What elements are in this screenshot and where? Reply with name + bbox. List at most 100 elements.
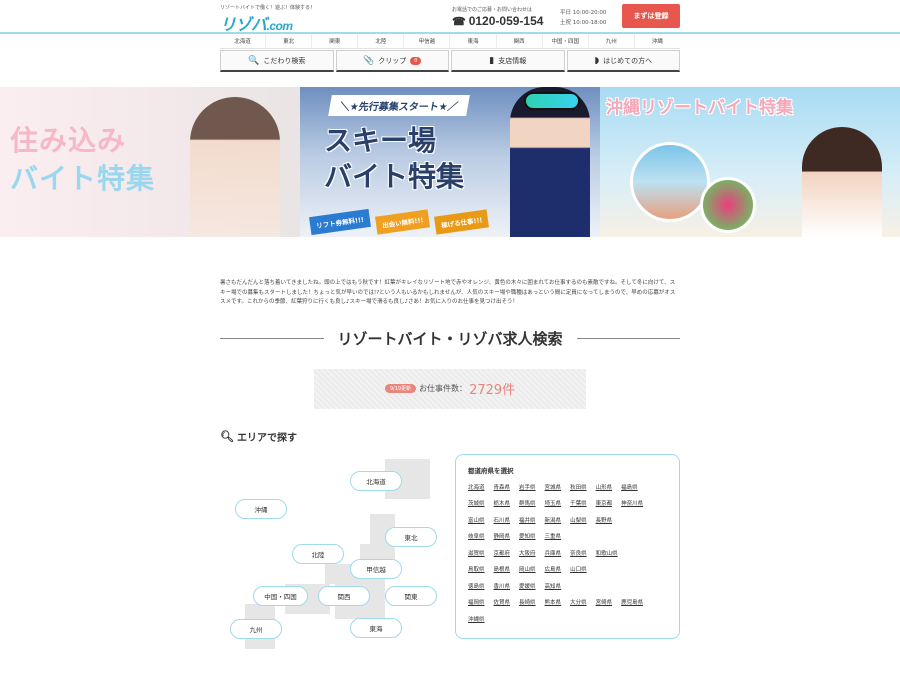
prefecture-link[interactable]: 愛知県 bbox=[519, 533, 536, 542]
prefecture-list: 北海道 青森県 岩手県 宮城県 秋田県 山形県 福島県茨城県 栃木県 群馬県 埼玉県 千葉県 東京都神… bbox=[468, 484, 667, 625]
region-nav-chugoku-shikoku[interactable]: 中国・四国 bbox=[541, 34, 588, 48]
prefecture-link[interactable]: 広島県 bbox=[545, 566, 562, 575]
prefecture-link[interactable]: 石川県 bbox=[494, 517, 511, 526]
beginners-guide-button[interactable]: ◗ はじめての方へ bbox=[566, 50, 680, 72]
banner-live-in-line1: 住み込み bbox=[10, 124, 127, 157]
banner-ski-ribbon: ＼★先行募集スタート★／ bbox=[328, 95, 470, 116]
prefecture-link[interactable]: 熊本県 bbox=[545, 599, 562, 608]
prefecture-link[interactable]: 埼玉県 bbox=[545, 500, 562, 509]
clip-count-badge: 0 bbox=[410, 56, 422, 65]
prefecture-link[interactable]: 千葉県 bbox=[570, 500, 587, 509]
map-region-kansai[interactable]: 関西 bbox=[318, 585, 370, 606]
prefecture-link[interactable]: 福島県 bbox=[621, 484, 638, 493]
region-nav-hokkaido[interactable]: 北海道 bbox=[220, 34, 265, 48]
prefecture-link[interactable]: 高知県 bbox=[545, 583, 562, 592]
prefecture-link[interactable]: 兵庫県 bbox=[545, 550, 562, 559]
area-search-heading: 🔍︎ エリアで探す bbox=[220, 429, 680, 444]
banner-photo-woman bbox=[190, 97, 280, 237]
banner-live-in-jobs[interactable]: 住み込み バイト特集 bbox=[0, 87, 300, 237]
region-nav-kanto[interactable]: 関東 bbox=[311, 34, 357, 48]
prefecture-link[interactable]: 茨城県 bbox=[468, 500, 485, 509]
prefecture-link[interactable]: 群馬県 bbox=[519, 500, 536, 509]
map-region-chugoku-shikoku[interactable]: 中国・四国 bbox=[253, 585, 308, 606]
prefecture-link[interactable]: 山口県 bbox=[570, 566, 587, 575]
detailed-search-button[interactable]: 🔍 こだわり検索 bbox=[220, 50, 334, 72]
banner-okinawa-title: 沖縄リゾートバイト特集 bbox=[606, 98, 793, 118]
job-count-label: お仕事件数： bbox=[419, 384, 468, 393]
prefecture-row: 沖縄県 bbox=[468, 616, 667, 625]
badge-free-lift: リフト券無料!!! bbox=[309, 208, 371, 236]
prefecture-link[interactable]: 山形県 bbox=[596, 484, 613, 493]
logo-main: リゾバ bbox=[220, 17, 267, 34]
tagline: リゾートバイトで働く！遊ぶ！体験する！ bbox=[220, 5, 316, 11]
map-region-tokai[interactable]: 東海 bbox=[350, 617, 402, 638]
site-logo[interactable]: リゾバ.com bbox=[220, 11, 293, 35]
prefecture-link[interactable]: 東京都 bbox=[596, 500, 613, 509]
prefecture-link[interactable]: 滋賀県 bbox=[468, 550, 485, 559]
map-region-hokkaido[interactable]: 北海道 bbox=[350, 470, 402, 491]
prefecture-link[interactable]: 岩手県 bbox=[519, 484, 536, 493]
region-nav-okinawa[interactable]: 沖縄 bbox=[633, 34, 680, 48]
region-nav-hokuriku[interactable]: 北陸 bbox=[357, 34, 403, 48]
banner-ski-resort-jobs[interactable]: ＼★先行募集スタート★／ スキー場 バイト特集 リフト券無料!!! 出会い無料!… bbox=[300, 87, 600, 237]
prefecture-link[interactable]: 佐賀県 bbox=[494, 599, 511, 608]
prefecture-link[interactable]: 愛媛県 bbox=[519, 583, 536, 592]
prefecture-link[interactable]: 鹿児島県 bbox=[621, 599, 643, 608]
prefecture-link[interactable]: 徳島県 bbox=[468, 583, 485, 592]
utility-nav: 🔍 こだわり検索 📎 クリップ 0 ▮ 支店情報 ◗ はじめての方へ bbox=[220, 50, 680, 72]
prefecture-link[interactable]: 京都府 bbox=[494, 550, 511, 559]
prefecture-link[interactable]: 青森県 bbox=[494, 484, 511, 493]
area-search: 北海道 沖縄 東北 北陸 甲信越 中国・四国 関西 関東 九州 東海 都道府県を… bbox=[220, 453, 680, 654]
banner-ski-badges: リフト券無料!!! 出会い無料!!! 稼げる仕事!!! bbox=[309, 208, 490, 236]
prefecture-link[interactable]: 岡山県 bbox=[519, 566, 536, 575]
prefecture-link[interactable]: 福井県 bbox=[519, 517, 536, 526]
prefecture-link[interactable]: 福岡県 bbox=[468, 599, 485, 608]
map-region-tohoku[interactable]: 東北 bbox=[385, 526, 437, 547]
prefecture-link[interactable]: 栃木県 bbox=[494, 500, 511, 509]
map-region-kanto[interactable]: 関東 bbox=[385, 585, 437, 606]
prefecture-link[interactable]: 島根県 bbox=[494, 566, 511, 575]
title-line-right bbox=[576, 337, 681, 339]
map-region-okinawa[interactable]: 沖縄 bbox=[235, 498, 287, 519]
prefecture-link[interactable]: 香川県 bbox=[494, 583, 511, 592]
region-nav-koshinetsu[interactable]: 甲信越 bbox=[403, 34, 449, 48]
phone-icon: ☎ bbox=[452, 16, 466, 28]
prefecture-link[interactable]: 富山県 bbox=[468, 517, 485, 526]
region-nav-tokai[interactable]: 東海 bbox=[449, 34, 495, 48]
branch-info-button[interactable]: ▮ 支店情報 bbox=[451, 50, 565, 72]
prefecture-link[interactable]: 山梨県 bbox=[570, 517, 587, 526]
prefecture-link[interactable]: 奈良県 bbox=[570, 550, 587, 559]
region-nav-kyushu[interactable]: 九州 bbox=[587, 34, 634, 48]
prefecture-link[interactable]: 大分県 bbox=[570, 599, 587, 608]
prefecture-link[interactable]: 三重県 bbox=[545, 533, 562, 542]
prefecture-link[interactable]: 長崎県 bbox=[519, 599, 536, 608]
title-line-left bbox=[220, 337, 324, 339]
prefecture-link[interactable]: 大阪府 bbox=[519, 550, 536, 559]
prefecture-link[interactable]: 静岡県 bbox=[494, 533, 511, 542]
prefecture-link[interactable]: 北海道 bbox=[468, 484, 485, 493]
region-nav-tohoku[interactable]: 東北 bbox=[265, 34, 311, 48]
map-region-kyushu[interactable]: 九州 bbox=[230, 618, 282, 639]
prefecture-link[interactable]: 秋田県 bbox=[570, 484, 587, 493]
register-button[interactable]: まずは登録 bbox=[622, 4, 680, 28]
prefecture-link[interactable]: 和歌山県 bbox=[596, 550, 618, 559]
phone-number[interactable]: ☎ 0120-059-154 bbox=[452, 14, 543, 28]
prefecture-link[interactable]: 鳥取県 bbox=[468, 566, 485, 575]
prefecture-link[interactable]: 宮崎県 bbox=[596, 599, 613, 608]
job-count-box: 9/19更新 お仕事件数： 2729件 bbox=[314, 368, 586, 409]
logo-suffix: .com bbox=[266, 19, 294, 33]
prefecture-link[interactable]: 沖縄県 bbox=[468, 616, 485, 625]
banner-okinawa-jobs[interactable]: 沖縄リゾートバイト特集 bbox=[600, 87, 900, 237]
map-region-koshinetsu[interactable]: 甲信越 bbox=[350, 558, 402, 579]
prefecture-link[interactable]: 宮城県 bbox=[545, 484, 562, 493]
prefecture-row: 滋賀県 京都府 大阪府 兵庫県 奈良県 和歌山県 bbox=[468, 550, 667, 559]
prefecture-link[interactable]: 神奈川県 bbox=[621, 500, 643, 509]
prefecture-row: 鳥取県 島根県 岡山県 広島県 山口県 bbox=[468, 566, 667, 575]
prefecture-link[interactable]: 長野県 bbox=[596, 517, 613, 526]
prefecture-link[interactable]: 新潟県 bbox=[545, 517, 562, 526]
prefecture-link[interactable]: 岐阜県 bbox=[468, 533, 485, 542]
region-nav-kansai[interactable]: 関西 bbox=[495, 34, 542, 48]
clip-button[interactable]: 📎 クリップ 0 bbox=[335, 50, 449, 72]
map-region-hokuriku[interactable]: 北陸 bbox=[292, 543, 344, 564]
banner-photo-flower bbox=[700, 177, 756, 233]
